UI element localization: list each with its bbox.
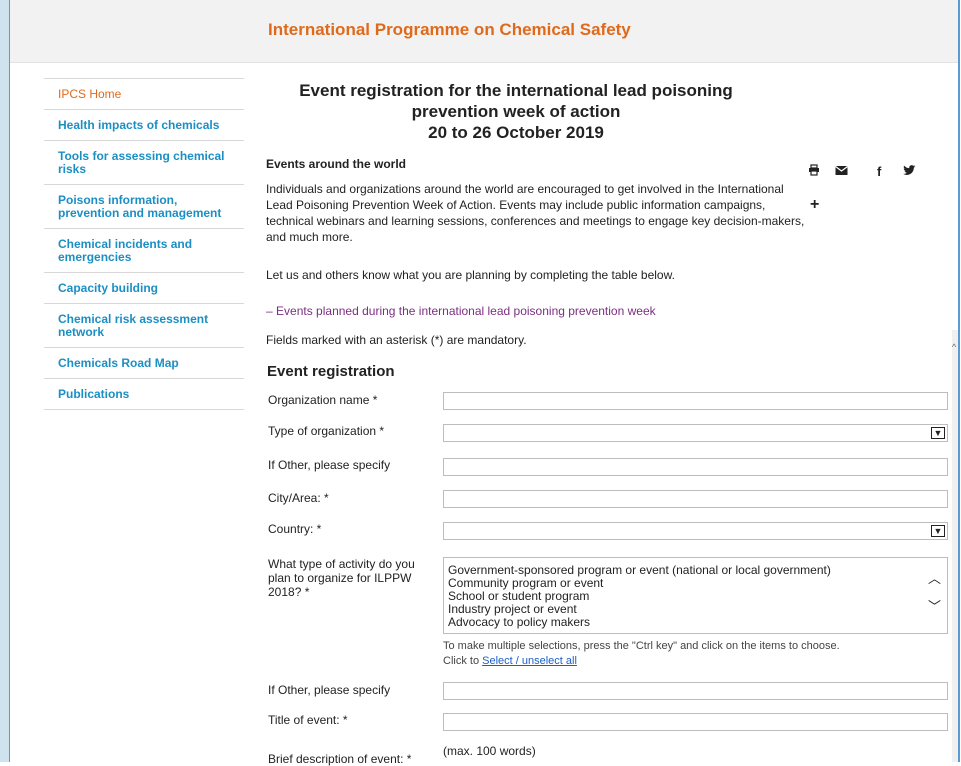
event-description-label: Brief description of event: *	[268, 752, 412, 766]
twitter-icon[interactable]	[903, 164, 916, 179]
sidebar-item-publications[interactable]: Publications	[44, 379, 244, 410]
org-type-select[interactable]: ▼	[443, 424, 948, 442]
page-title-line-1: Event registration for the international…	[299, 81, 733, 100]
sidebar-item-capacity[interactable]: Capacity building	[44, 273, 244, 304]
other-activity-label: If Other, please specify	[268, 683, 391, 697]
click-to-text: Click to	[443, 655, 480, 667]
mandatory-note: Fields marked with an asterisk (*) are m…	[266, 333, 527, 347]
form-title: Event registration	[267, 363, 395, 380]
chevron-down-icon[interactable]: ﹀	[928, 600, 941, 613]
org-type-label: Type of organization *	[268, 424, 385, 438]
accordion-label: Events planned during the international …	[276, 304, 656, 318]
sidebar-item-ipcs-home[interactable]: IPCS Home	[44, 79, 244, 110]
activity-type-label: What type of activity do you plan to org…	[268, 557, 415, 599]
multi-select-help: To make multiple selections, press the "…	[443, 639, 840, 669]
sidebar-item-tools[interactable]: Tools for assessing chemical risks	[44, 141, 244, 185]
help-text: To make multiple selections, press the "…	[443, 640, 840, 652]
site-title[interactable]: International Programme on Chemical Safe…	[268, 20, 631, 40]
sidebar-nav: IPCS Home Health impacts of chemicals To…	[44, 78, 244, 410]
event-title-input[interactable]	[443, 713, 948, 731]
sidebar-item-risk-network[interactable]: Chemical risk assessment network	[44, 304, 244, 348]
intro-paragraph-text: Individuals and organizations around the…	[266, 182, 805, 244]
chevron-down-icon: ▼	[931, 525, 945, 537]
select-all-link[interactable]: Select / unselect all	[482, 655, 577, 667]
activity-type-listbox[interactable]: Government-sponsored program or event (n…	[443, 557, 948, 634]
sidebar-item-poisons[interactable]: Poisons information, prevention and mana…	[44, 185, 244, 229]
page-title-block: Event registration for the international…	[266, 80, 946, 143]
print-icon[interactable]	[808, 164, 820, 179]
chevron-down-icon: ▼	[931, 427, 945, 439]
other-specify-input[interactable]	[443, 458, 948, 476]
sidebar-item-road-map[interactable]: Chemicals Road Map	[44, 348, 244, 379]
city-label: City/Area: *	[268, 491, 329, 505]
intro-paragraph: Individuals and organizations around the…	[266, 181, 946, 245]
instructions-paragraph: Let us and others know what you are plan…	[266, 268, 675, 282]
other-activity-input[interactable]	[443, 682, 948, 700]
email-icon[interactable]	[835, 164, 848, 179]
left-frame-border	[9, 0, 10, 762]
activity-option[interactable]: Advocacy to policy makers	[448, 616, 943, 629]
city-input[interactable]	[443, 490, 948, 508]
event-title-label: Title of event: *	[268, 713, 348, 727]
events-accordion-toggle[interactable]: – Events planned during the internationa…	[266, 304, 656, 318]
collapse-icon: –	[266, 304, 273, 318]
site-header: International Programme on Chemical Safe…	[10, 0, 958, 63]
scrollbar[interactable]	[952, 330, 958, 762]
page-title-line-2: prevention week of action	[411, 102, 621, 121]
sidebar-item-health-impacts[interactable]: Health impacts of chemicals	[44, 110, 244, 141]
org-name-label: Organization name *	[268, 393, 378, 407]
right-frame-border	[958, 0, 960, 762]
other-specify-label: If Other, please specify	[268, 458, 391, 472]
sidebar-item-incidents[interactable]: Chemical incidents and emergencies	[44, 229, 244, 273]
select-all-row: Click to Select / unselect all	[443, 654, 840, 669]
scroll-up-icon[interactable]: ^	[952, 342, 956, 352]
country-label: Country: *	[268, 522, 322, 536]
org-name-input[interactable]	[443, 392, 948, 410]
page-title-line-3: 20 to 26 October 2019	[428, 123, 604, 142]
country-select[interactable]: ▼	[443, 522, 948, 540]
max-words-note: (max. 100 words)	[443, 744, 536, 758]
chevron-up-icon[interactable]: ︿	[928, 572, 941, 585]
facebook-icon[interactable]: f	[877, 164, 881, 179]
section-heading: Events around the world	[266, 157, 407, 171]
